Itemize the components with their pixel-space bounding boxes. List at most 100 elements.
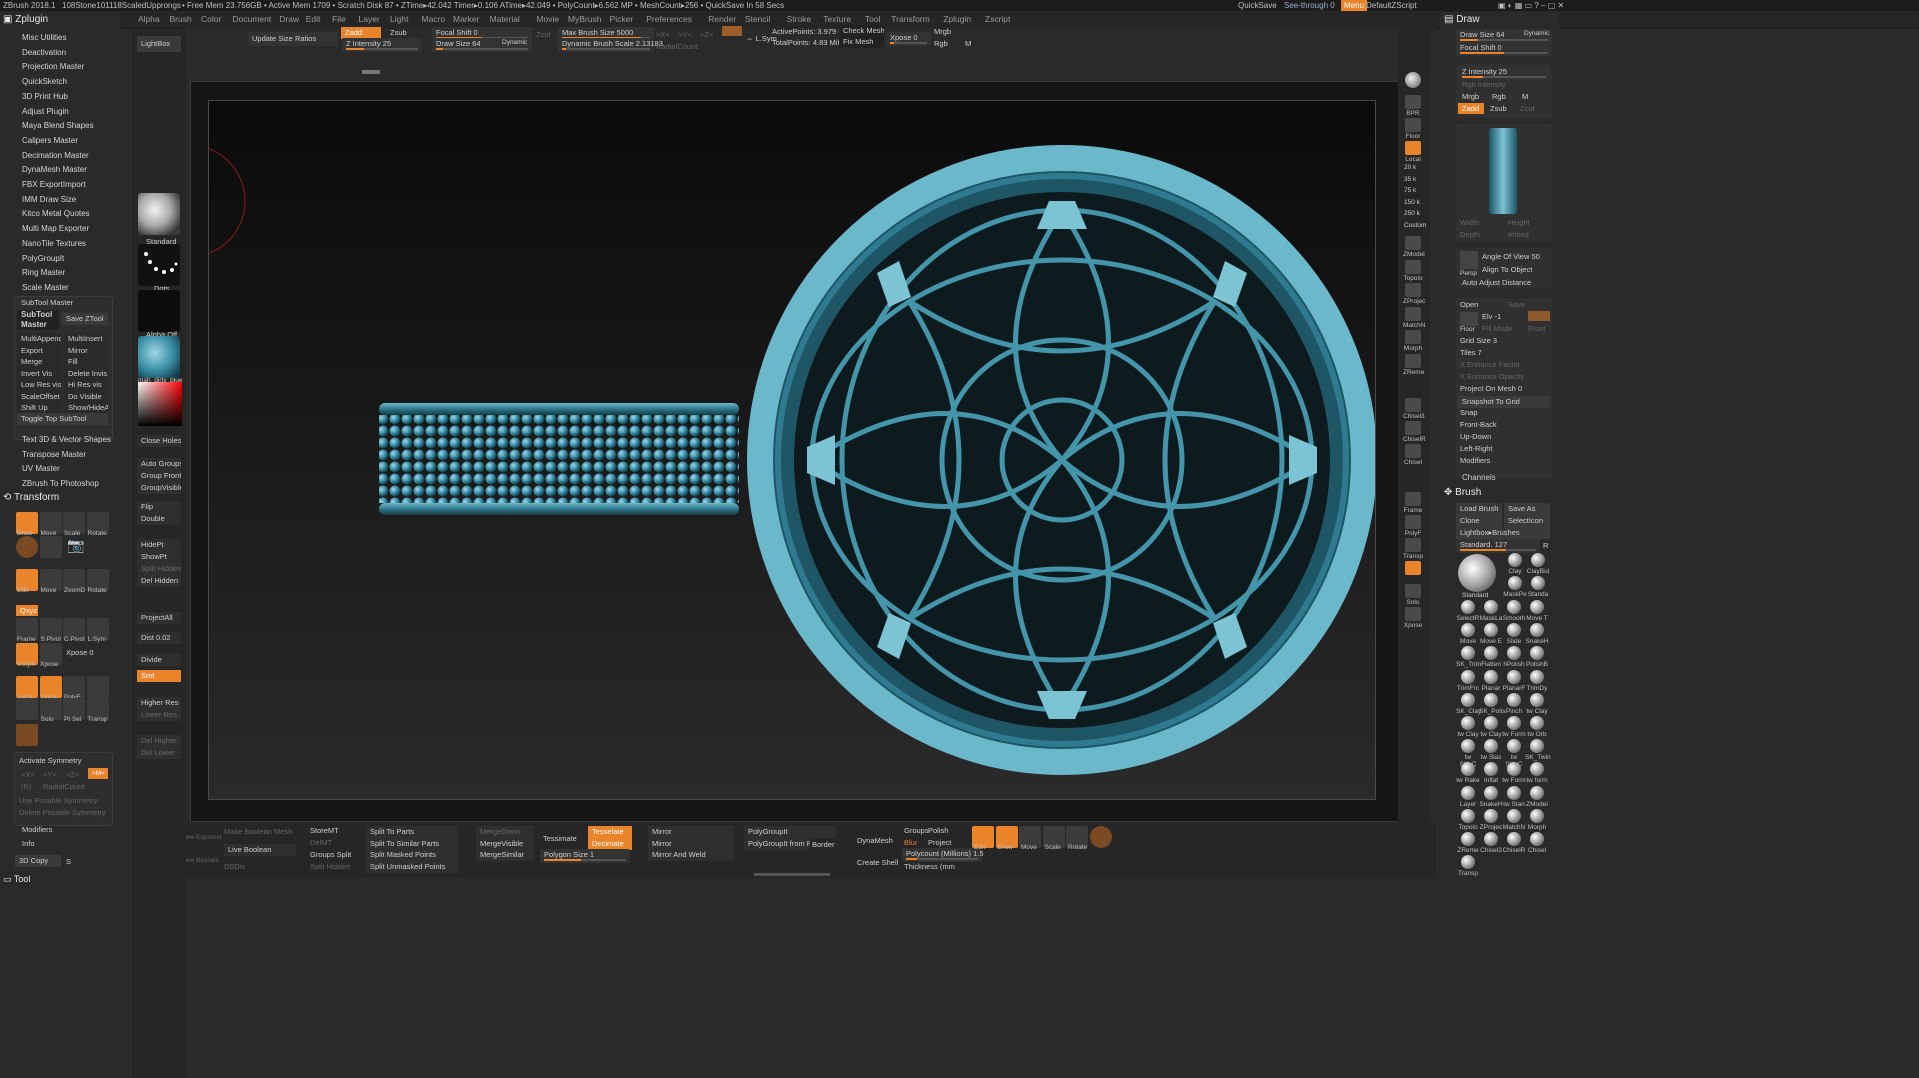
stm-fill-button[interactable]: Fill bbox=[64, 356, 108, 368]
delmt-button[interactable]: DelMT bbox=[310, 838, 332, 847]
focal-shift-slider-panel[interactable]: Focal Shift 0 bbox=[1456, 42, 1552, 56]
toggle-top-subtool-button[interactable]: Toggle Top SubTool bbox=[17, 413, 108, 425]
mrgb-button-panel[interactable]: Mrgb bbox=[1462, 92, 1479, 101]
brush-morph-39[interactable]: Morph bbox=[1525, 808, 1549, 831]
create-shell-button[interactable]: Create Shell bbox=[857, 858, 898, 867]
stm-merge-button[interactable]: Merge bbox=[17, 356, 61, 368]
alpha-thumbnail[interactable] bbox=[138, 290, 180, 332]
menu-macro[interactable]: Macro bbox=[422, 14, 446, 24]
xpose-slider[interactable]: Xpose 0 bbox=[886, 32, 931, 46]
blank-button[interactable] bbox=[16, 698, 38, 720]
brush-flatten-9[interactable]: Flatten bbox=[1479, 646, 1503, 668]
groups-split-button[interactable]: Groups Split bbox=[310, 850, 351, 859]
brush-topolo-36[interactable]: Topolo bbox=[1456, 808, 1480, 831]
brush-trimdy-15[interactable]: TrimDy bbox=[1525, 669, 1549, 692]
brush-move-e-5[interactable]: Move E bbox=[1479, 623, 1503, 645]
tray-chiselr[interactable]: ChiselR bbox=[1403, 421, 1426, 443]
split-hidden-button[interactable]: Split Hidden bbox=[310, 862, 350, 871]
menu-stroke[interactable]: Stroke bbox=[787, 14, 812, 24]
shelf-flip-button[interactable]: Flip bbox=[137, 501, 181, 513]
open-button[interactable]: Open bbox=[1460, 300, 1478, 309]
tiles-slider[interactable]: Tiles 7 bbox=[1460, 348, 1482, 357]
document-canvas[interactable] bbox=[132, 100, 1377, 800]
default-zscript[interactable]: DefaultZScript bbox=[1366, 0, 1417, 11]
brush-chiselr-42[interactable]: ChiselR bbox=[1502, 832, 1526, 854]
z-axis-button[interactable]: >Z< bbox=[700, 30, 713, 39]
subtool-master-header[interactable]: SubTool Master bbox=[21, 298, 73, 307]
plugin-ring-master[interactable]: Ring Master bbox=[22, 268, 65, 277]
save-as-button[interactable]: Save As bbox=[1504, 503, 1550, 515]
plugin-deactivation[interactable]: Deactivation bbox=[22, 48, 66, 57]
menu-material[interactable]: Material bbox=[490, 14, 520, 24]
draw-modifiers[interactable]: Modifiers bbox=[1460, 456, 1490, 465]
select-icon-button[interactable]: SelectIcon bbox=[1504, 515, 1550, 527]
radial-count[interactable]: RadialCount bbox=[43, 782, 84, 791]
brush-zprojec-37[interactable]: ZProjec bbox=[1479, 808, 1503, 831]
storemt-button[interactable]: StoreMT bbox=[310, 826, 339, 835]
draw-snap[interactable]: Snap bbox=[1460, 408, 1478, 417]
lightbox-brushes-button[interactable]: Lightbox▸Brushes bbox=[1456, 527, 1550, 539]
nav-move-button[interactable] bbox=[1403, 561, 1423, 576]
elv-slider[interactable]: Elv -1 bbox=[1482, 312, 1501, 321]
stm-delete-invis-button[interactable]: Delete Invis bbox=[64, 367, 108, 380]
brush-claybui[interactable]: ClayBui bbox=[1526, 553, 1550, 575]
auto-adjust-distance[interactable]: Auto Adjust Distance bbox=[1462, 278, 1531, 287]
brush-pinch-18[interactable]: Pinch bbox=[1502, 692, 1526, 715]
menu-texture[interactable]: Texture bbox=[823, 14, 851, 24]
tray-matchn[interactable]: MatchN bbox=[1403, 306, 1425, 329]
load-brush-button[interactable]: Load Brush bbox=[1456, 503, 1502, 515]
imbed-slider[interactable]: Imbed bbox=[1508, 230, 1529, 239]
shelf-double-button[interactable]: Double bbox=[137, 513, 181, 525]
brush-selectr-0[interactable]: SelectR bbox=[1456, 600, 1480, 622]
shelf-project-all-button[interactable]: ProjectAll bbox=[137, 612, 181, 624]
plugin-polygroupit[interactable]: PolyGroupIt bbox=[22, 254, 64, 263]
brush-standard-slider[interactable]: Standard. 127 bbox=[1456, 539, 1540, 553]
brush-tw-slas-25[interactable]: tw Slas bbox=[1479, 739, 1503, 761]
angle-of-view-slider[interactable]: Angle Of View 50 bbox=[1482, 252, 1540, 261]
border-button[interactable]: Border bbox=[812, 840, 835, 849]
brush-polishb-11[interactable]: PolishB bbox=[1525, 646, 1549, 668]
tessimate-button[interactable]: Tessimate bbox=[543, 834, 577, 843]
tray-chisel3[interactable]: Chisel3 bbox=[1403, 398, 1425, 420]
menu-marker[interactable]: Marker bbox=[453, 14, 479, 24]
brush-r-button[interactable]: R bbox=[1543, 541, 1548, 550]
shelf-divide-button[interactable]: Divide bbox=[137, 654, 181, 666]
bottom-scroll-handle[interactable] bbox=[754, 873, 830, 876]
menu-mybrush[interactable]: MyBrush bbox=[568, 14, 602, 24]
xpose-value[interactable]: Xpose 0 bbox=[66, 648, 94, 657]
dynamic-brush-scale-slider[interactable]: Dynamic Brush Scale 2.13183 bbox=[558, 38, 663, 52]
nav-polyf-button[interactable]: PolyF bbox=[1403, 515, 1423, 537]
merge-mergesimilar-button[interactable]: MergeSimilar bbox=[476, 849, 534, 861]
plugin-zbrush-to-photoshop[interactable]: ZBrush To Photoshop bbox=[22, 479, 99, 488]
rgb-button[interactable]: Rgb bbox=[934, 39, 948, 48]
nav-xpose-button[interactable]: Xpose bbox=[1403, 607, 1423, 629]
m-button-panel[interactable]: M bbox=[1522, 92, 1528, 101]
shelf-del-higher-button[interactable]: Del Higher bbox=[137, 735, 181, 747]
brush-trimfrc-12[interactable]: TrimFrc bbox=[1456, 669, 1480, 692]
brush-sk-polis-17[interactable]: SK_Polis bbox=[1479, 692, 1505, 715]
draw-up-down[interactable]: Up-Down bbox=[1460, 432, 1491, 441]
polycount-250-k[interactable]: 250 k bbox=[1404, 210, 1420, 217]
project-on-mesh-slider[interactable]: Project On Mesh 0 bbox=[1460, 384, 1522, 393]
grid-toggle-button[interactable] bbox=[39, 536, 62, 558]
dynamesh-button[interactable]: DynaMesh bbox=[857, 836, 893, 845]
clone-button[interactable]: Clone bbox=[1456, 515, 1502, 527]
merge-mergedown-button[interactable]: MergeDown bbox=[476, 826, 534, 838]
z-intensity-slider-panel[interactable]: Z Intensity 25 bbox=[1458, 66, 1550, 80]
plugin-kitco-metal-quotes[interactable]: Kitco Metal Quotes bbox=[22, 209, 90, 218]
brush-maskla-1[interactable]: MaskLa bbox=[1479, 600, 1503, 622]
grid-size-slider[interactable]: Grid Size 3 bbox=[1460, 336, 1497, 345]
y-axis-button[interactable]: >Y< bbox=[678, 30, 692, 39]
brush-zmodel-35[interactable]: ZModel bbox=[1525, 785, 1549, 808]
brush-move-4[interactable]: Move bbox=[1456, 623, 1480, 645]
shelf-lower-res-button[interactable]: Lower Res bbox=[137, 709, 181, 721]
shelf-group-front-button[interactable]: Group Front bbox=[137, 470, 181, 482]
menu-file[interactable]: File bbox=[332, 14, 346, 24]
plugin-uv-master[interactable]: UV Master bbox=[22, 464, 60, 473]
polycount-150-k[interactable]: 150 k bbox=[1404, 199, 1420, 206]
bpr-sphere-icon[interactable] bbox=[1405, 72, 1421, 88]
draw-size-slider-panel[interactable]: Draw Size 64 Dynamic bbox=[1456, 29, 1552, 43]
shelf-higher-res-button[interactable]: Higher Res bbox=[137, 697, 181, 709]
radial-count-slider[interactable]: RadialCount bbox=[656, 42, 697, 51]
tray-morph[interactable]: Morph bbox=[1403, 330, 1423, 352]
